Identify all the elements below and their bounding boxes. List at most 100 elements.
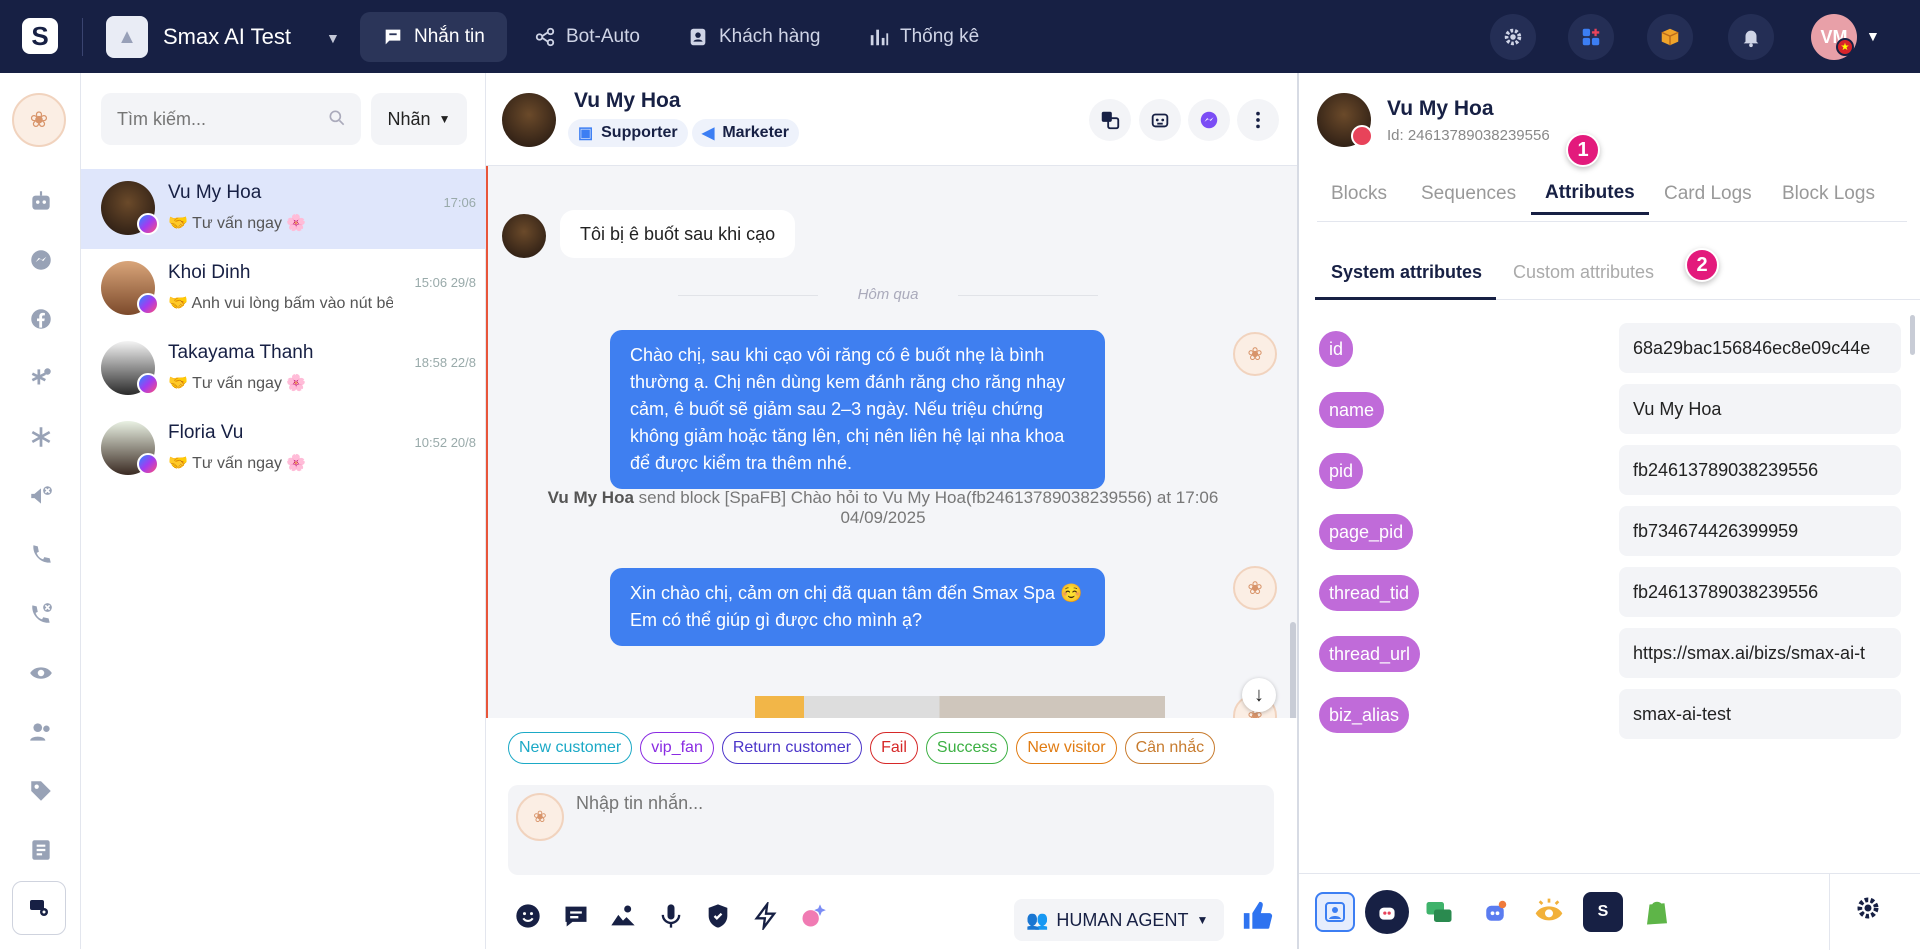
sidebar-item-team[interactable]: [26, 717, 56, 747]
composer-toolbar: 👥 HUMAN AGENT ▼: [486, 886, 1297, 946]
conversation-item[interactable]: Khoi Dinh 🤝 Anh vui lòng bấm vào nút bê …: [81, 249, 486, 329]
chat-contact-name[interactable]: Vu My Hoa: [574, 89, 681, 113]
sidebar-item-asterisk-settings[interactable]: [26, 363, 56, 393]
tab-blocks[interactable]: Blocks: [1331, 173, 1387, 215]
attribute-value[interactable]: fb734674426399959: [1619, 506, 1901, 556]
search-icon[interactable]: [327, 108, 347, 133]
business-avatar-icon[interactable]: ▲: [106, 16, 148, 58]
sidebar-item-calls[interactable]: [26, 540, 56, 570]
translate-button[interactable]: [1089, 99, 1131, 141]
business-dropdown-icon[interactable]: ▼: [326, 30, 340, 46]
agent-mode-dropdown[interactable]: 👥 HUMAN AGENT ▼: [1014, 899, 1224, 941]
voice-button[interactable]: [651, 896, 691, 936]
sidebar-item-facebook[interactable]: [26, 304, 56, 334]
quick-tag[interactable]: Fail: [870, 732, 918, 764]
tag-icon: [31, 781, 51, 801]
more-options-button[interactable]: [1237, 99, 1279, 141]
settings-panel-button[interactable]: [12, 881, 66, 935]
tab-card-logs[interactable]: Card Logs: [1664, 173, 1752, 215]
quick-tag[interactable]: vip_fan: [640, 732, 714, 764]
quick-tag[interactable]: Cân nhắc: [1124, 732, 1216, 764]
saved-replies-button[interactable]: [556, 896, 596, 936]
sidebar-item-bot[interactable]: [26, 186, 56, 216]
attribute-value[interactable]: smax-ai-test: [1619, 689, 1901, 739]
image-button[interactable]: [603, 896, 643, 936]
shield-button[interactable]: [698, 896, 738, 936]
page-avatar[interactable]: ❀: [12, 93, 66, 147]
bot-toggle-button[interactable]: [1139, 99, 1181, 141]
assignee-tag-marketer[interactable]: ◀ Marketer: [692, 119, 800, 147]
smax-app-button[interactable]: S: [1583, 892, 1623, 932]
package-button[interactable]: [1647, 14, 1693, 60]
nav-messages[interactable]: Nhắn tin: [360, 12, 507, 62]
notifications-button[interactable]: [1728, 14, 1774, 60]
quick-tag-bar: New customer vip_fan Return customer Fail Su…: [486, 718, 1297, 778]
chat-bubbles-icon: [1426, 902, 1452, 922]
account-dropdown-icon[interactable]: ▼: [1866, 28, 1880, 44]
message-input[interactable]: [576, 793, 1266, 867]
sidebar-item-tags[interactable]: [26, 776, 56, 806]
messenger-button[interactable]: [1188, 99, 1230, 141]
sidebar-item-notes[interactable]: [26, 835, 56, 865]
conversation-item[interactable]: Takayama Thanh 🤝 Tư vấn ngay 🌸 18:58 22/…: [81, 329, 486, 409]
smax-logo[interactable]: S: [22, 18, 58, 54]
label-filter-button[interactable]: Nhãn ▼: [371, 93, 467, 145]
shopify-app-button[interactable]: [1637, 892, 1677, 932]
attribute-value[interactable]: 68a29bac156846ec8e09c44e: [1619, 323, 1901, 373]
avatar[interactable]: [502, 93, 556, 147]
scrollbar[interactable]: [1910, 315, 1915, 355]
ai-button[interactable]: [793, 896, 833, 936]
assignee-tag-supporter[interactable]: ▣ Supporter: [568, 119, 688, 147]
divider: [1829, 874, 1830, 950]
watch-app-button[interactable]: [1529, 892, 1569, 932]
scroll-to-bottom-button[interactable]: ↓: [1242, 678, 1276, 712]
nav-bot-auto[interactable]: Bot-Auto: [512, 12, 662, 62]
smax-bot-app-button[interactable]: [1365, 890, 1409, 934]
attribute-row: name Vu My Hoa: [1319, 384, 1901, 434]
attribute-value[interactable]: fb24613789038239556: [1619, 445, 1901, 495]
conversation-item[interactable]: Vu My Hoa 🤝 Tư vấn ngay 🌸 17:06: [81, 169, 486, 249]
nav-stats[interactable]: Thống kê: [846, 12, 1001, 62]
attribute-value[interactable]: https://smax.ai/bizs/smax-ai-t: [1619, 628, 1901, 678]
tag-label: Supporter: [601, 124, 678, 141]
image-message-preview[interactable]: [755, 696, 1165, 718]
chat-app-button[interactable]: [1419, 892, 1459, 932]
message-list[interactable]: Tôi bị ê buốt sau khi cạo Hôm qua Chào c…: [486, 166, 1297, 718]
tab-custom-attributes[interactable]: Custom attributes: [1513, 251, 1654, 293]
settings-button[interactable]: [1490, 14, 1536, 60]
sidebar-item-messenger[interactable]: [26, 245, 56, 275]
tab-sequences[interactable]: Sequences: [1421, 173, 1516, 215]
quick-action-button[interactable]: [746, 896, 786, 936]
quick-tag[interactable]: Return customer: [721, 732, 863, 764]
chevron-down-icon: ▼: [438, 112, 451, 126]
like-button[interactable]: [1241, 899, 1281, 939]
more-vertical-icon: [1256, 111, 1260, 129]
contact-app-button[interactable]: [1315, 892, 1355, 932]
search-input[interactable]: [117, 108, 317, 130]
conversation-item[interactable]: Floria Vu 🤝 Tư vấn ngay 🌸 10:52 20/8: [81, 409, 486, 489]
apps-button[interactable]: [1568, 14, 1614, 60]
attribute-value[interactable]: fb24613789038239556: [1619, 567, 1901, 617]
quick-tag[interactable]: New customer: [508, 732, 633, 764]
sidebar-item-watch[interactable]: [26, 658, 56, 688]
attribute-value[interactable]: Vu My Hoa: [1619, 384, 1901, 434]
quick-tag[interactable]: New visitor: [1016, 732, 1117, 764]
integrations-settings-button[interactable]: [1854, 894, 1894, 934]
quick-tag[interactable]: Success: [925, 732, 1009, 764]
bell-icon: [1743, 30, 1759, 48]
business-name[interactable]: Smax AI Test: [163, 24, 291, 50]
sidebar-item-missed-calls[interactable]: [26, 599, 56, 629]
sidebar-item-campaign-off[interactable]: [26, 481, 56, 511]
ai-bot-app-button[interactable]: [1475, 892, 1515, 932]
step-badge-2: 2: [1685, 248, 1719, 282]
bot-avatar: ❀: [1233, 332, 1277, 376]
scrollbar[interactable]: [1290, 622, 1296, 718]
tab-system-attributes[interactable]: System attributes: [1331, 251, 1482, 293]
tab-attributes[interactable]: Attributes: [1531, 173, 1649, 215]
search-box[interactable]: [101, 93, 361, 145]
messenger-badge-icon: [137, 293, 159, 315]
emoji-button[interactable]: [508, 896, 548, 936]
nav-customers[interactable]: Khách hàng: [665, 12, 842, 62]
sidebar-item-asterisk[interactable]: [26, 422, 56, 452]
tab-block-logs[interactable]: Block Logs: [1782, 173, 1875, 215]
